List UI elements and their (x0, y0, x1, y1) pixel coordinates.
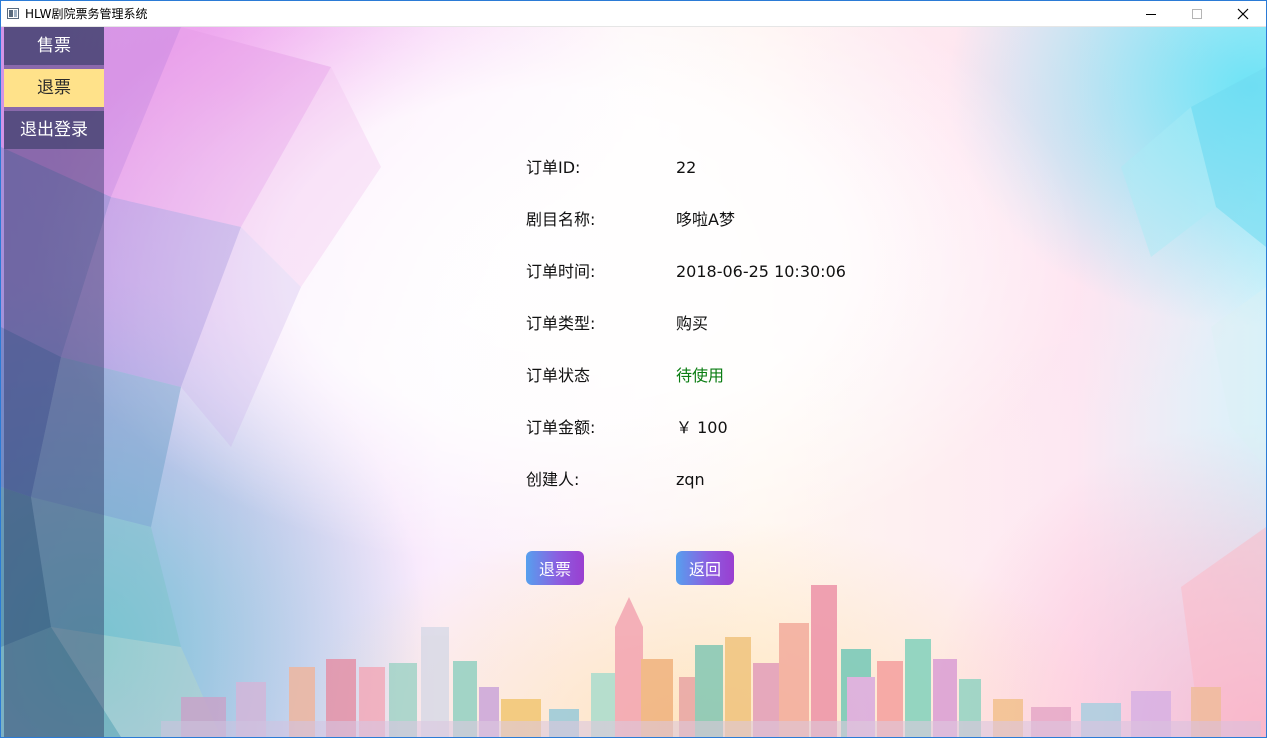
order-status-label: 订单状态 (526, 366, 591, 385)
app-window: HLW剧院票务管理系统 售票 退票 退出登录 订单ID: 22 剧目名称: 哆啦… (0, 0, 1267, 738)
sidebar: 售票 退票 退出登录 (4, 27, 104, 737)
refund-button[interactable]: 退票 (526, 551, 584, 585)
order-time-label: 订单时间: (526, 262, 596, 281)
order-status-value: 待使用 (676, 366, 725, 385)
creator-label: 创建人: (526, 470, 580, 489)
play-name-value: 哆啦A梦 (676, 210, 735, 229)
close-button[interactable] (1220, 1, 1266, 27)
sidebar-item-logout[interactable]: 退出登录 (4, 111, 104, 149)
order-amount-value: ￥ 100 (676, 418, 728, 437)
order-type-label: 订单类型: (526, 314, 596, 333)
minimize-button[interactable] (1128, 1, 1174, 27)
close-icon (1237, 8, 1249, 19)
order-type-value: 购买 (676, 314, 709, 333)
maximize-button[interactable] (1174, 1, 1220, 27)
app-icon (7, 8, 19, 19)
order-id-label: 订单ID: (526, 158, 581, 177)
order-amount-label: 订单金额: (526, 418, 596, 437)
order-time-value: 2018-06-25 10:30:06 (676, 262, 846, 281)
minimize-icon (1146, 13, 1156, 15)
title-bar: HLW剧院票务管理系统 (1, 1, 1266, 27)
creator-value: zqn (676, 470, 705, 489)
main-panel: 售票 退票 退出登录 订单ID: 22 剧目名称: 哆啦A梦 订单时间: 201… (1, 27, 1266, 737)
sidebar-item-sell-ticket[interactable]: 售票 (4, 27, 104, 65)
play-name-label: 剧目名称: (526, 210, 596, 229)
window-title: HLW剧院票务管理系统 (25, 7, 148, 21)
maximize-icon (1192, 8, 1202, 19)
sidebar-item-refund-ticket[interactable]: 退票 (4, 69, 104, 107)
window-controls (1128, 1, 1266, 27)
order-id-value: 22 (676, 158, 697, 177)
back-button[interactable]: 返回 (676, 551, 734, 585)
